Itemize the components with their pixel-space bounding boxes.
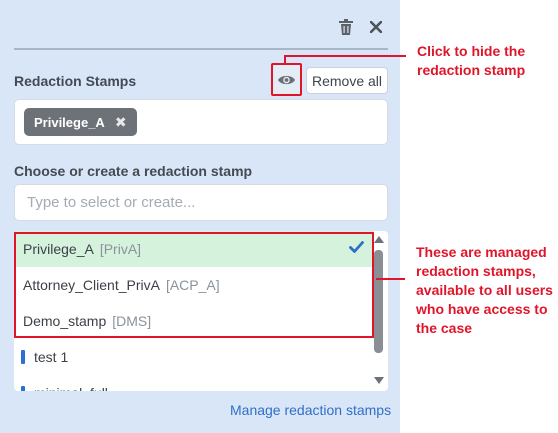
screenshot-stage: Redaction Stamps Remove all Privilege_A … <box>0 0 558 433</box>
panel-toolbar <box>338 18 384 36</box>
managed-stamps-callout: These are managed redaction stamps, avai… <box>416 244 553 336</box>
stamp-name: Attorney_Client_PrivA <box>23 277 160 293</box>
remove-all-button[interactable]: Remove all <box>306 67 388 94</box>
header-divider <box>14 48 388 50</box>
hide-stamp-button[interactable] <box>271 63 302 96</box>
stamp-name: Privilege_A <box>23 241 94 257</box>
stamp-name: Demo_stamp <box>23 313 107 329</box>
close-icon[interactable] <box>368 18 384 36</box>
scroll-up-arrow-icon[interactable] <box>374 236 384 243</box>
redaction-stamps-heading: Redaction Stamps <box>14 73 137 89</box>
stamp-abbreviation: [PrivA] <box>99 241 142 257</box>
scroll-down-arrow-icon[interactable] <box>374 377 384 384</box>
checkmark-icon <box>349 240 364 256</box>
manage-stamps-link[interactable]: Manage redaction stamps <box>230 402 391 418</box>
stamps-dropdown-list: Privilege_A [PrivA] Attorney_Client_Priv… <box>14 231 388 391</box>
remove-chip-icon[interactable]: ✖ <box>115 115 127 129</box>
selected-stamps-box[interactable]: Privilege_A ✖ <box>14 99 388 145</box>
eye-icon <box>277 74 296 86</box>
unmanaged-marker <box>21 350 25 364</box>
scroll-thumb[interactable] <box>374 250 383 353</box>
stamp-name: minimal_full <box>34 385 108 391</box>
list-scrollbar[interactable] <box>372 232 386 390</box>
hide-stamp-callout: Click to hide the redaction stamp <box>417 43 526 78</box>
stamp-chip-label: Privilege_A <box>34 114 105 130</box>
list-item-demo-stamp[interactable]: Demo_stamp [DMS] <box>14 303 374 339</box>
stamp-abbreviation: [ACP_A] <box>165 277 220 293</box>
list-item-attorney-client-priva[interactable]: Attorney_Client_PrivA [ACP_A] <box>14 267 374 303</box>
trash-icon[interactable] <box>338 18 354 36</box>
list-item-test-1[interactable]: test 1 <box>14 339 374 375</box>
list-item-privilege-a[interactable]: Privilege_A [PrivA] <box>14 231 374 267</box>
callout-line-managed <box>376 278 405 280</box>
stamp-chip-privilege-a: Privilege_A ✖ <box>24 108 137 136</box>
stamp-name: test 1 <box>34 349 69 365</box>
unmanaged-marker <box>21 386 25 391</box>
list-item-minimal-full[interactable]: minimal_full <box>14 375 374 391</box>
callout-line-eye-horizontal <box>284 55 406 57</box>
chooser-heading: Choose or create a redaction stamp <box>14 163 253 179</box>
stamp-abbreviation: [DMS] <box>112 313 152 329</box>
stamp-search-input[interactable] <box>14 184 388 221</box>
redaction-panel: Redaction Stamps Remove all Privilege_A … <box>0 0 400 433</box>
